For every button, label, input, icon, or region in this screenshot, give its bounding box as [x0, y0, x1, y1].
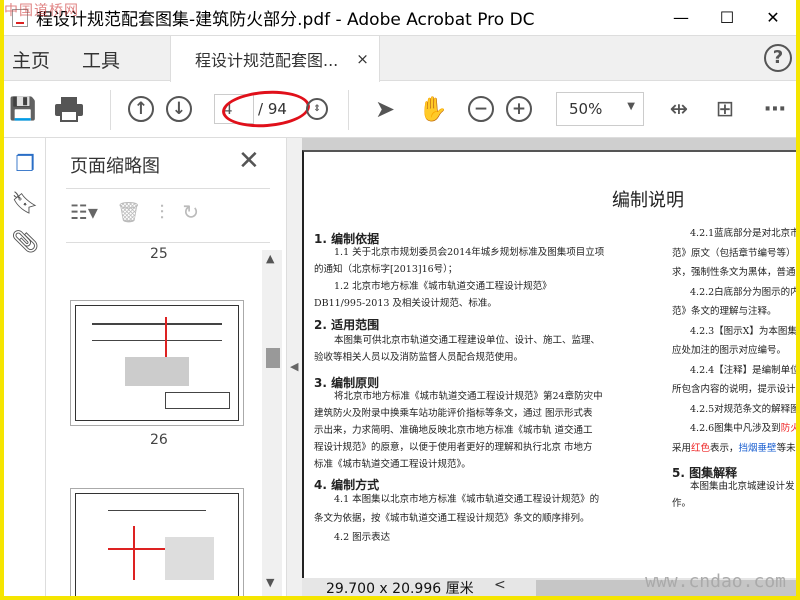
left-rail: ❐ 🔖︎ 📎︎	[4, 138, 46, 596]
help-icon[interactable]: ?	[764, 44, 792, 72]
section-text: 4.1 本图集以北京市地方标准《城市轨道交通工程设计规范》的 条文为依据，按《城市…	[314, 494, 600, 543]
thumbnail-page-26-label: 26	[150, 432, 168, 448]
section-text: 1.1 关于北京市规划委员会2014年城乡规划标准及图集项目立项 的通知（北京标字…	[314, 247, 605, 309]
zoom-out-icon[interactable]: −	[466, 94, 496, 124]
hand-tool-icon[interactable]: ✋	[418, 94, 448, 124]
title-bar: 程设计规范配套图集-建筑防火部分.pdf - Adobe Acrobat Pro…	[4, 0, 796, 35]
thumbnail-page-27[interactable]	[70, 488, 244, 596]
panel-title: 页面缩略图	[70, 156, 160, 177]
insert-page-icon[interactable]: ⫶	[159, 200, 164, 224]
thumbnail-scrollbar[interactable]: ▲ ▼	[262, 250, 282, 596]
fit-width-icon[interactable]: ⇹	[664, 94, 694, 124]
save-icon[interactable]: 💾	[8, 94, 38, 124]
tab-home[interactable]: 主页	[12, 46, 50, 73]
page-heading: 编制说明	[612, 190, 684, 211]
section-heading: 2. 适用范围	[314, 318, 380, 332]
toolbar: 💾 ↑ ↓ 4 / 94 ⇕ ➤ ✋ − + 50% ▼ ⇹ ⊞ ⋯	[4, 82, 796, 138]
maximize-button[interactable]: ☐	[704, 0, 750, 35]
document-tab-label: 程设计规范配套图...	[195, 51, 339, 70]
collapse-panel-handle[interactable]: ◀	[286, 138, 302, 596]
select-cursor-icon[interactable]: ➤	[370, 94, 400, 124]
tab-document[interactable]: 程设计规范配套图... ×	[170, 36, 380, 82]
right-column-text: 4.2.1蓝底部分是对北京市 范》原文（包括章节编号等） 求，强制性条文为黑体，普通…	[672, 228, 796, 454]
page-dimensions: 29.700 x 20.996 厘米	[326, 581, 474, 596]
zoom-value: 50%	[569, 100, 603, 118]
chevron-down-icon: ▼	[627, 101, 635, 112]
page-thumbnails-icon[interactable]: ❐	[4, 152, 46, 177]
previous-page-icon[interactable]: ↑	[126, 94, 156, 124]
tab-tools[interactable]: 工具	[82, 46, 120, 73]
attachment-icon[interactable]: 📎︎	[4, 230, 46, 255]
watermark-logo: 中国道桥网	[4, 3, 79, 19]
delete-icon[interactable]: 🗑︎	[116, 200, 141, 224]
watermark-url: www.cndao.com	[645, 571, 786, 592]
section-text: 将北京市地方标准《城市轨道交通工程设计规范》第24章防灾中 建筑防火及附录中换乘车…	[314, 391, 603, 470]
thumbnail-page-26[interactable]	[70, 300, 244, 426]
fit-page-icon[interactable]: ⊞	[710, 94, 740, 124]
acrobat-window: 程设计规范配套图集-建筑防火部分.pdf - Adobe Acrobat Pro…	[4, 0, 796, 596]
thumbnail-page-25-label: 25	[150, 246, 168, 262]
print-icon[interactable]	[54, 94, 84, 124]
right-column-text: 本图集由北京城建设计发 作。	[672, 481, 795, 509]
next-page-icon[interactable]: ↓	[164, 94, 194, 124]
tab-bar: 主页 工具 程设计规范配套图... × ?	[4, 35, 796, 82]
close-tab-icon[interactable]: ×	[356, 50, 369, 68]
thumbnail-options-icon[interactable]: ☷▾	[70, 200, 98, 224]
page-stepper-icon[interactable]: ⇕	[302, 94, 332, 124]
pdf-page: 编制说明 1. 编制依据 1.1 关于北京市规划委员会2014年城乡规划标准及图…	[302, 150, 796, 580]
thumbnail-panel: 页面缩略图 ✕ ☷▾ 🗑︎ ⫶ ↻ 25 26	[46, 138, 286, 596]
close-window-button[interactable]: ✕	[750, 0, 796, 35]
bookmark-icon[interactable]: 🔖︎	[4, 191, 46, 216]
scrollbar-thumb[interactable]	[266, 348, 280, 368]
zoom-in-icon[interactable]: +	[504, 94, 534, 124]
section-text: 本图集可供北京市轨道交通工程建设单位、设计、施工、监理、 验收等相关人员以及消防监…	[314, 335, 601, 363]
close-panel-icon[interactable]: ✕	[238, 146, 260, 176]
document-view: 编制说明 1. 编制依据 1.1 关于北京市规划委员会2014年城乡规划标准及图…	[302, 138, 796, 580]
window-title: 程设计规范配套图集-建筑防火部分.pdf - Adobe Acrobat Pro…	[36, 10, 535, 30]
zoom-select[interactable]: 50% ▼	[556, 92, 644, 126]
minimize-button[interactable]: —	[658, 0, 704, 35]
scroll-left-button[interactable]: <	[494, 577, 506, 593]
rotate-icon[interactable]: ↻	[182, 200, 199, 224]
more-options-icon[interactable]: ⋯	[760, 94, 790, 124]
